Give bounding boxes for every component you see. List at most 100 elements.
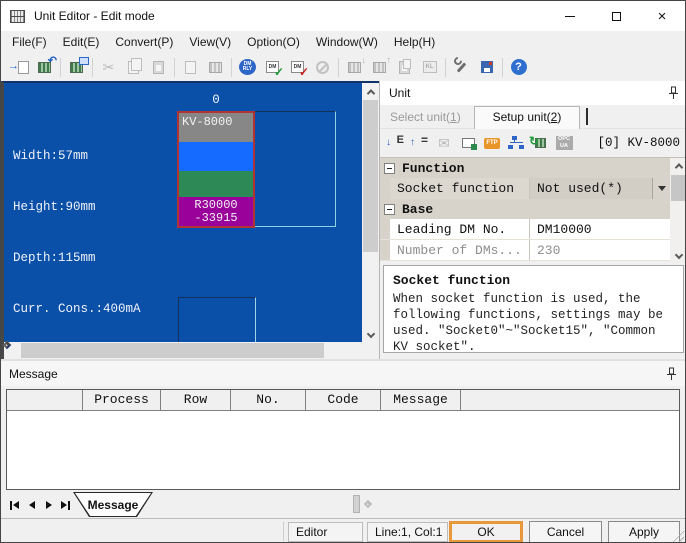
pin-icon[interactable] — [668, 86, 679, 100]
doc-small-icon — [403, 59, 411, 69]
column-row[interactable]: Row — [161, 390, 231, 410]
close-button[interactable]: × — [639, 1, 685, 31]
opc-ua-button[interactable]: OPC UA — [552, 132, 576, 154]
maximize-button[interactable] — [593, 1, 639, 31]
unit-spec-info: Width:57mm Height:90mm Depth:115mm Curr.… — [13, 114, 141, 342]
dm-rly-icon: DM RLY — [239, 59, 256, 75]
menu-convert[interactable]: Convert(P) — [107, 31, 181, 53]
kl-setting-button[interactable]: KL — [417, 56, 442, 78]
release-button[interactable] — [310, 56, 335, 78]
toolbar-separator — [60, 58, 61, 77]
unit-sync-button[interactable]: ↻ — [528, 132, 552, 154]
apply-button[interactable]: Apply — [608, 521, 680, 543]
last-tab-button[interactable] — [58, 499, 73, 511]
menu-help[interactable]: Help(H) — [386, 31, 443, 53]
unit-canvas[interactable]: Width:57mm Height:90mm Depth:115mm Curr.… — [4, 83, 362, 342]
message-tab[interactable]: Message — [73, 492, 153, 517]
column-process[interactable]: Process — [83, 390, 161, 410]
next-icon — [46, 501, 52, 509]
category-letter-icon: E — [397, 135, 404, 146]
column-message[interactable]: Message — [381, 390, 461, 410]
network-setting-button[interactable] — [504, 132, 528, 154]
scroll-up-button[interactable] — [670, 158, 686, 173]
property-row-leading-dm[interactable]: Leading DM No. DM10000 — [380, 219, 670, 240]
property-value[interactable]: Not used(*) — [530, 178, 670, 199]
unit-setup-button[interactable] — [203, 56, 228, 78]
column-blank[interactable] — [7, 390, 83, 410]
collapse-minus-icon[interactable] — [384, 163, 395, 174]
toolbar-separator — [92, 58, 93, 77]
edit-comment-button[interactable] — [178, 56, 203, 78]
message-table-body[interactable] — [7, 411, 679, 489]
copy-setup-to-monitor-button[interactable] — [64, 56, 89, 78]
unit-panel: Unit Select unit(1) Setup unit(2) ↓ E — [379, 81, 686, 359]
dropdown-arrow-icon — [658, 186, 666, 191]
save-unit-setting-button[interactable] — [474, 56, 499, 78]
unit-block-kv8000[interactable]: KV-8000 R30000 -33915 — [177, 111, 255, 228]
alphabetical-view-button[interactable]: ↑ = — [408, 132, 432, 154]
property-row-socket-function[interactable]: Socket function Not used(*) — [380, 178, 670, 199]
toolbar-separator — [231, 58, 232, 77]
property-value[interactable]: DM10000 — [530, 219, 670, 239]
dm-rly-conversion-button[interactable]: DM RLY — [235, 56, 260, 78]
column-no[interactable]: No. — [231, 390, 306, 410]
undo-arrow-icon: ↶ — [48, 56, 57, 67]
help-button[interactable]: ? — [506, 56, 531, 78]
cancel-button[interactable]: Cancel — [529, 521, 602, 543]
dm-rly-verify-button[interactable]: DM ✓ — [285, 56, 310, 78]
message-tab-strip: Message — [1, 490, 685, 518]
cut-button[interactable]: ✂ — [96, 56, 121, 78]
scroll-down-button[interactable] — [670, 247, 686, 262]
grid-scroll-thumb[interactable] — [671, 175, 686, 201]
description-title: Socket function — [393, 273, 674, 288]
copy-kl-button[interactable] — [392, 56, 417, 78]
dm-rly-check-button[interactable]: DM ✓ — [260, 56, 285, 78]
scroll-up-button[interactable] — [362, 83, 379, 100]
undo-unit-button[interactable]: ↶ — [32, 56, 57, 78]
collapse-minus-icon[interactable] — [384, 204, 395, 215]
option-button[interactable] — [449, 56, 474, 78]
write-to-unit-button[interactable]: ↑ — [367, 56, 392, 78]
canvas-vertical-scrollbar[interactable] — [362, 83, 379, 342]
menu-view[interactable]: View(V) — [181, 31, 239, 53]
mail-setting-button[interactable]: ✉ — [432, 132, 456, 154]
tab-divider — [586, 108, 588, 125]
previous-tab-button[interactable] — [24, 499, 39, 511]
scroll-down-button[interactable] — [362, 325, 379, 342]
read-from-unit-button[interactable]: ↓ — [342, 56, 367, 78]
green-check-icon: ✓ — [274, 66, 284, 78]
horizontal-scroll-thumb[interactable] — [21, 343, 324, 358]
sync-icon: ↻ — [529, 135, 539, 147]
import-unit-setting-button[interactable]: → — [7, 56, 32, 78]
grid-vertical-scrollbar[interactable] — [670, 158, 686, 262]
menu-bar: File(F) Edit(E) Convert(P) View(V) Optio… — [1, 31, 685, 53]
dropdown-button[interactable] — [652, 178, 670, 199]
ok-button[interactable]: OK — [449, 521, 523, 543]
section-base[interactable]: Base — [380, 199, 670, 219]
menu-window[interactable]: Window(W) — [308, 31, 386, 53]
scroll-right-button[interactable] — [345, 342, 362, 359]
property-row-number-of-dms[interactable]: Number of DMs... 230 — [380, 240, 670, 261]
tab-select-unit[interactable]: Select unit(1) — [390, 105, 461, 129]
paste-button[interactable] — [146, 56, 171, 78]
unit-editor-window: Unit Editor - Edit mode × File(F) Edit(E… — [0, 0, 686, 543]
copy-button[interactable] — [121, 56, 146, 78]
column-code[interactable]: Code — [306, 390, 381, 410]
menu-file[interactable]: File(F) — [4, 31, 55, 53]
window-title: Unit Editor - Edit mode — [34, 9, 155, 23]
menu-option[interactable]: Option(O) — [239, 31, 308, 53]
vertical-scroll-thumb[interactable] — [363, 100, 378, 252]
tab-setup-unit[interactable]: Setup unit(2) — [474, 106, 580, 129]
section-function[interactable]: Function — [380, 158, 670, 178]
ftp-setting-button[interactable]: FTP — [480, 132, 504, 154]
next-tab-button[interactable] — [41, 499, 56, 511]
menu-edit[interactable]: Edit(E) — [55, 31, 108, 53]
pin-icon[interactable] — [666, 367, 677, 381]
first-tab-button[interactable] — [7, 499, 22, 511]
display-monitor-button[interactable] — [456, 132, 480, 154]
minimize-button[interactable] — [547, 1, 593, 31]
categorized-view-button[interactable]: ↓ E — [384, 132, 408, 154]
tabstrip-scroll-thumb[interactable] — [353, 495, 360, 513]
canvas-horizontal-scrollbar[interactable] — [4, 342, 362, 359]
scroll-left-button[interactable] — [4, 342, 21, 359]
